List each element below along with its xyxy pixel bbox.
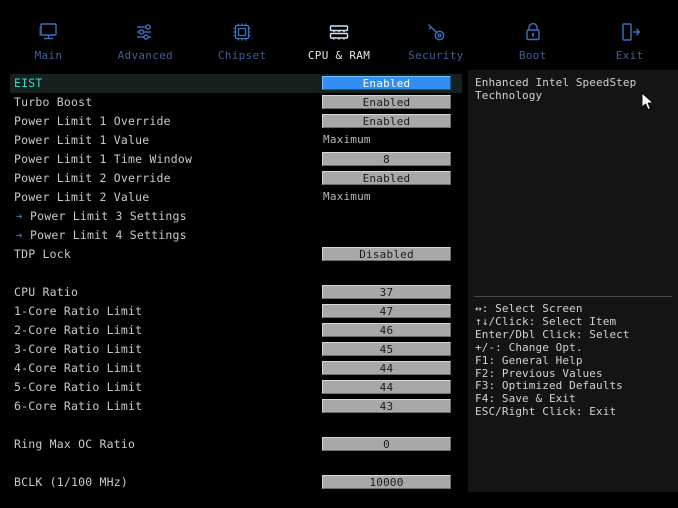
key-legend-line: F1: General Help [475, 353, 583, 367]
key-legend-line: ↑↓/Click: Select Item [475, 314, 617, 328]
settings-row-value: Maximum [323, 190, 371, 203]
cpu-chip-icon [229, 19, 255, 45]
settings-row[interactable]: Power Limit 1 Override Enabled [10, 112, 462, 131]
settings-row-spacer [10, 416, 462, 435]
settings-row[interactable]: Ring Max OC Ratio 0 [10, 435, 462, 454]
settings-row[interactable]: 4-Core Ratio Limit 44 [10, 359, 462, 378]
nav-tab-chipset-label: Chipset [217, 49, 267, 62]
settings-row[interactable]: Power Limit 1 Value Maximum [10, 131, 462, 150]
nav-tab-main-label: Main [34, 49, 63, 62]
settings-row-label: Power Limit 1 Value [14, 133, 150, 147]
settings-row[interactable]: ➔ Power Limit 3 Settings [10, 207, 462, 226]
settings-row-value-box[interactable]: Enabled [322, 171, 451, 185]
key-legend-line: ↔: Select Screen [475, 302, 583, 315]
key-legend-line: Enter/Dbl Click: Select [475, 327, 630, 341]
settings-row-value-box[interactable]: 8 [322, 152, 451, 166]
settings-row-label: CPU Ratio [14, 285, 79, 299]
settings-row-label: 2-Core Ratio Limit [14, 323, 143, 337]
settings-row-label: Power Limit 1 Time Window [14, 152, 193, 166]
nav-tab-boot[interactable]: Boot [484, 0, 581, 70]
settings-row-label: 4-Core Ratio Limit [14, 361, 143, 375]
help-divider [474, 296, 672, 297]
settings-row-label: Power Limit 2 Override [14, 171, 171, 185]
key-legend-line: +/-: Change Opt. [475, 340, 583, 354]
nav-tab-cpu-and-ram-label: CPU & RAM [307, 49, 371, 62]
key-legend-line: ESC/Right Click: Exit [475, 405, 617, 419]
settings-row-label: Power Limit 4 Settings [30, 228, 187, 242]
settings-row-value-box[interactable]: 0 [322, 437, 451, 451]
settings-row-label: 1-Core Ratio Limit [14, 304, 143, 318]
settings-row[interactable]: CPU Ratio 37 [10, 283, 462, 302]
settings-row-label: 5-Core Ratio Limit [14, 380, 143, 394]
settings-row[interactable]: Power Limit 1 Time Window 8 [10, 150, 462, 169]
settings-row-value-box[interactable]: 45 [322, 342, 451, 356]
settings-row-value-box[interactable]: 44 [322, 380, 451, 394]
settings-row-value-box[interactable]: Enabled [322, 95, 451, 109]
settings-row[interactable]: 3-Core Ratio Limit 45 [10, 340, 462, 359]
settings-row-label: Turbo Boost [14, 95, 93, 109]
settings-row-value-box[interactable]: Disabled [322, 247, 451, 261]
lock-icon [520, 19, 546, 45]
submenu-arrow-icon: ➔ [16, 229, 23, 242]
help-panel: Enhanced Intel SpeedStep Technology ↔: S… [468, 70, 678, 492]
settings-list: EIST Enabled Turbo Boost Enabled Power Limit… [10, 74, 462, 492]
top-navigation-bar: Main Advanced Chipset CPU & RAM Security… [0, 0, 678, 70]
key-legend: ↔: Select Screen ↑↓/Click: Select Item Ent… [475, 302, 675, 419]
settings-row-value-box[interactable]: 46 [322, 323, 451, 337]
settings-row-value-box[interactable]: 37 [322, 285, 451, 299]
settings-row-label: EIST [14, 76, 43, 90]
settings-row-label: Power Limit 3 Settings [30, 209, 187, 223]
sliders-icon [132, 19, 158, 45]
settings-row-value-box[interactable]: 43 [322, 399, 451, 413]
settings-row-label: Power Limit 1 Override [14, 114, 171, 128]
key-icon [423, 19, 449, 45]
settings-row[interactable]: Turbo Boost Enabled [10, 93, 462, 112]
settings-row-label: 3-Core Ratio Limit [14, 342, 143, 356]
nav-tab-advanced[interactable]: Advanced [97, 0, 194, 70]
settings-row-label: BCLK (1/100 MHz) [14, 475, 128, 489]
nav-tab-security-label: Security [408, 49, 464, 62]
nav-tab-exit-label: Exit [615, 49, 644, 62]
settings-row-value: Maximum [323, 133, 371, 146]
exit-door-icon [617, 19, 643, 45]
settings-row-value-box[interactable]: 44 [322, 361, 451, 375]
ram-stick-icon [326, 19, 352, 45]
settings-row-label: 6-Core Ratio Limit [14, 399, 143, 413]
settings-row[interactable]: EIST Enabled [10, 74, 462, 93]
settings-row-label: TDP Lock [14, 247, 71, 261]
nav-tab-main[interactable]: Main [0, 0, 97, 70]
settings-row[interactable]: 2-Core Ratio Limit 46 [10, 321, 462, 340]
settings-row-spacer [10, 264, 462, 283]
monitor-icon [35, 19, 61, 45]
nav-tab-security[interactable]: Security [387, 0, 484, 70]
nav-tab-advanced-label: Advanced [117, 49, 173, 62]
settings-row[interactable]: BCLK (1/100 MHz) 10000 [10, 473, 462, 492]
settings-row[interactable]: ➔ Power Limit 4 Settings [10, 226, 462, 245]
settings-row-value-box[interactable]: Enabled [322, 76, 451, 90]
settings-row[interactable]: Power Limit 2 Override Enabled [10, 169, 462, 188]
nav-tab-cpu-and-ram[interactable]: CPU & RAM [291, 0, 388, 70]
settings-row-value-box[interactable]: 10000 [322, 475, 451, 489]
settings-row-value-box[interactable]: 47 [322, 304, 451, 318]
settings-row-label: Power Limit 2 Value [14, 190, 150, 204]
settings-row[interactable]: 1-Core Ratio Limit 47 [10, 302, 462, 321]
settings-row[interactable]: TDP Lock Disabled [10, 245, 462, 264]
settings-row[interactable]: 5-Core Ratio Limit 44 [10, 378, 462, 397]
nav-tab-chipset[interactable]: Chipset [194, 0, 291, 70]
settings-row-value-box[interactable]: Enabled [322, 114, 451, 128]
submenu-arrow-icon: ➔ [16, 210, 23, 223]
help-description: Enhanced Intel SpeedStep Technology [475, 76, 637, 102]
nav-tab-exit[interactable]: Exit [581, 0, 678, 70]
settings-row[interactable]: 6-Core Ratio Limit 43 [10, 397, 462, 416]
settings-row[interactable]: Power Limit 2 Value Maximum [10, 188, 462, 207]
nav-tab-boot-label: Boot [518, 49, 547, 62]
settings-row-label: Ring Max OC Ratio [14, 437, 136, 451]
settings-row-spacer [10, 454, 462, 473]
